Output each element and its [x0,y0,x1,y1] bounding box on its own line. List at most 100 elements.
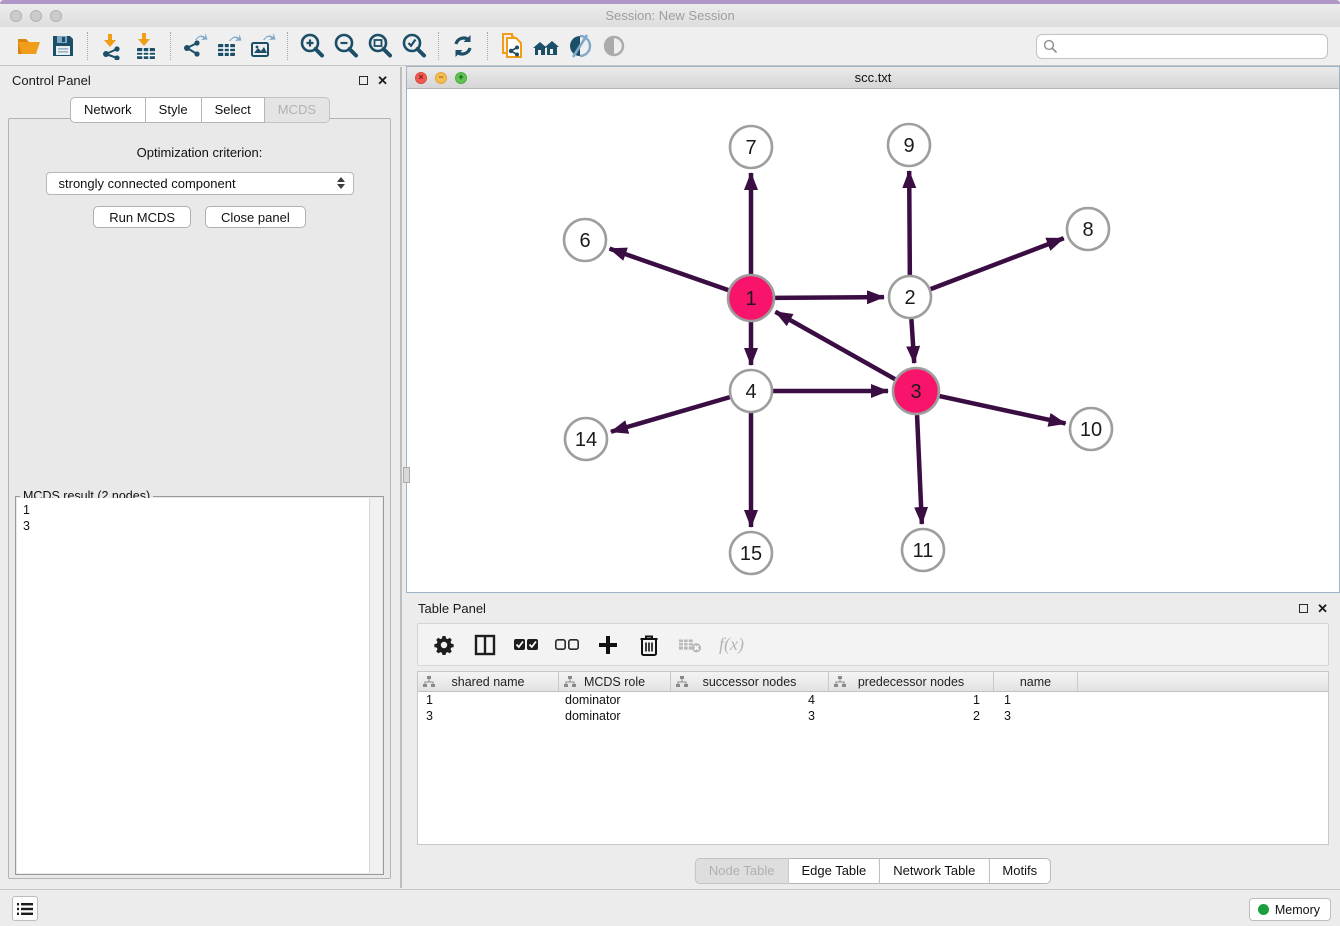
run-mcds-button[interactable]: Run MCDS [93,206,191,228]
result-scrollbar[interactable] [369,498,382,873]
table-tab-network-table[interactable]: Network Table [880,858,989,884]
control-tab-mcds[interactable]: MCDS [265,97,330,123]
control-panel: Control Panel ✕ NetworkStyleSelectMCDS O… [0,67,402,888]
control-tab-style[interactable]: Style [146,97,202,123]
column-header-name[interactable]: name [994,672,1078,691]
network-window-title: scc.txt [407,70,1339,85]
table-cell-mcds_role[interactable]: dominator [559,708,671,724]
apply-style-icon[interactable] [563,30,597,62]
export-network-icon[interactable] [178,30,212,62]
home-icon[interactable] [529,30,563,62]
network-minimize-icon[interactable]: − [435,72,447,84]
duplicate-network-icon[interactable] [495,30,529,62]
control-panel-tabs: NetworkStyleSelectMCDS [70,97,330,123]
float-table-panel-icon[interactable] [1299,604,1308,613]
graph-node-label-4: 4 [745,381,756,403]
deselect-all-icon[interactable] [555,633,579,657]
task-history-button[interactable] [12,896,38,921]
graph-edge-2-8[interactable] [931,238,1064,289]
export-table-icon[interactable] [212,30,246,62]
table-row[interactable]: 3dominator323 [418,708,1328,724]
column-header-mcds_role[interactable]: MCDS role [559,672,671,691]
table-tab-edge-table[interactable]: Edge Table [788,858,880,884]
column-label: name [1020,675,1051,689]
select-all-icon[interactable] [514,633,538,657]
control-tab-network[interactable]: Network [70,97,146,123]
graph-edge-1-2[interactable] [775,297,884,298]
close-panel-button[interactable]: Close panel [205,206,306,228]
refresh-layout-icon[interactable] [446,30,480,62]
function-builder-icon[interactable]: f(x) [719,634,744,655]
column-header-predecessor_nodes[interactable]: predecessor nodes [829,672,994,691]
search-icon [1043,39,1058,59]
add-column-icon[interactable] [596,633,620,657]
zoom-fit-icon[interactable] [363,30,397,62]
import-table-icon[interactable] [129,30,163,62]
table-panel-title: Table Panel [418,601,486,616]
close-window-icon[interactable] [10,10,22,22]
memory-status-icon [1258,904,1269,915]
table-cell-mcds_role[interactable]: dominator [559,692,671,708]
table-cell-name[interactable]: 3 [994,708,1078,724]
graph-svg[interactable]: 1234678910111415 [407,89,1339,592]
mcds-result-area[interactable]: 13 [17,498,382,873]
float-panel-icon[interactable] [359,76,368,85]
network-maximize-icon[interactable]: + [455,72,467,84]
minimize-window-icon[interactable] [30,10,42,22]
table-tab-motifs[interactable]: Motifs [989,858,1051,884]
zoom-out-icon[interactable] [329,30,363,62]
splitter-handle[interactable] [403,467,410,483]
import-network-icon[interactable] [95,30,129,62]
network-close-icon[interactable]: × [415,72,427,84]
application-window: Session: New Session [0,0,1340,926]
optimization-criterion-select[interactable]: strongly connected component [46,172,354,195]
graph-node-label-15: 15 [740,543,762,565]
delete-table-icon[interactable] [678,633,702,657]
graph-edge-3-11[interactable] [917,415,922,524]
column-label: shared name [452,675,525,689]
graph-node-label-14: 14 [575,429,597,451]
table-tab-node-table[interactable]: Node Table [695,858,789,884]
graph-edge-2-3[interactable] [911,319,914,363]
table-cell-successor_nodes[interactable]: 3 [671,708,829,724]
zoom-in-icon[interactable] [295,30,329,62]
table-settings-gear-icon[interactable] [432,633,456,657]
optimization-criterion-label: Optimization criterion: [9,145,390,160]
column-header-successor_nodes[interactable]: successor nodes [671,672,829,691]
graph-node-label-2: 2 [904,287,915,309]
graph-node-label-8: 8 [1082,219,1093,241]
table-row[interactable]: 1dominator411 [418,692,1328,708]
table-cell-shared_name[interactable]: 1 [418,692,559,708]
zoom-window-icon[interactable] [50,10,62,22]
export-image-icon[interactable] [246,30,280,62]
close-table-panel-icon[interactable]: ✕ [1317,602,1328,615]
save-session-icon[interactable] [46,30,80,62]
table-cell-shared_name[interactable]: 3 [418,708,559,724]
column-label: successor nodes [703,675,797,689]
search-input[interactable] [1036,34,1328,59]
mcds-result-text: 13 [17,498,382,538]
graph-edge-2-9[interactable] [909,171,910,275]
open-file-icon[interactable] [12,30,46,62]
graphics-details-icon[interactable] [597,30,631,62]
status-bar: Memory [0,889,1340,926]
network-canvas[interactable]: 1234678910111415 [407,89,1339,592]
close-panel-icon[interactable]: ✕ [377,74,388,87]
network-view-window: × − + scc.txt 1234678910111415 [406,66,1340,593]
graph-edge-4-14[interactable] [611,397,730,432]
table-cell-predecessor_nodes[interactable]: 1 [829,692,994,708]
table-cell-name[interactable]: 1 [994,692,1078,708]
table-cell-predecessor_nodes[interactable]: 2 [829,708,994,724]
control-tab-select[interactable]: Select [202,97,265,123]
node-table-header: shared name MCDS role successor nodes prede… [418,672,1328,692]
column-header-shared_name[interactable]: shared name [418,672,559,691]
graph-edge-3-1[interactable] [775,312,895,379]
graph-edge-3-10[interactable] [939,396,1065,423]
control-panel-title: Control Panel [12,73,91,88]
table-cell-successor_nodes[interactable]: 4 [671,692,829,708]
delete-column-icon[interactable] [637,633,661,657]
graph-edge-1-6[interactable] [610,249,729,291]
show-column-icon[interactable] [473,633,497,657]
zoom-selected-icon[interactable] [397,30,431,62]
memory-button[interactable]: Memory [1249,898,1331,921]
